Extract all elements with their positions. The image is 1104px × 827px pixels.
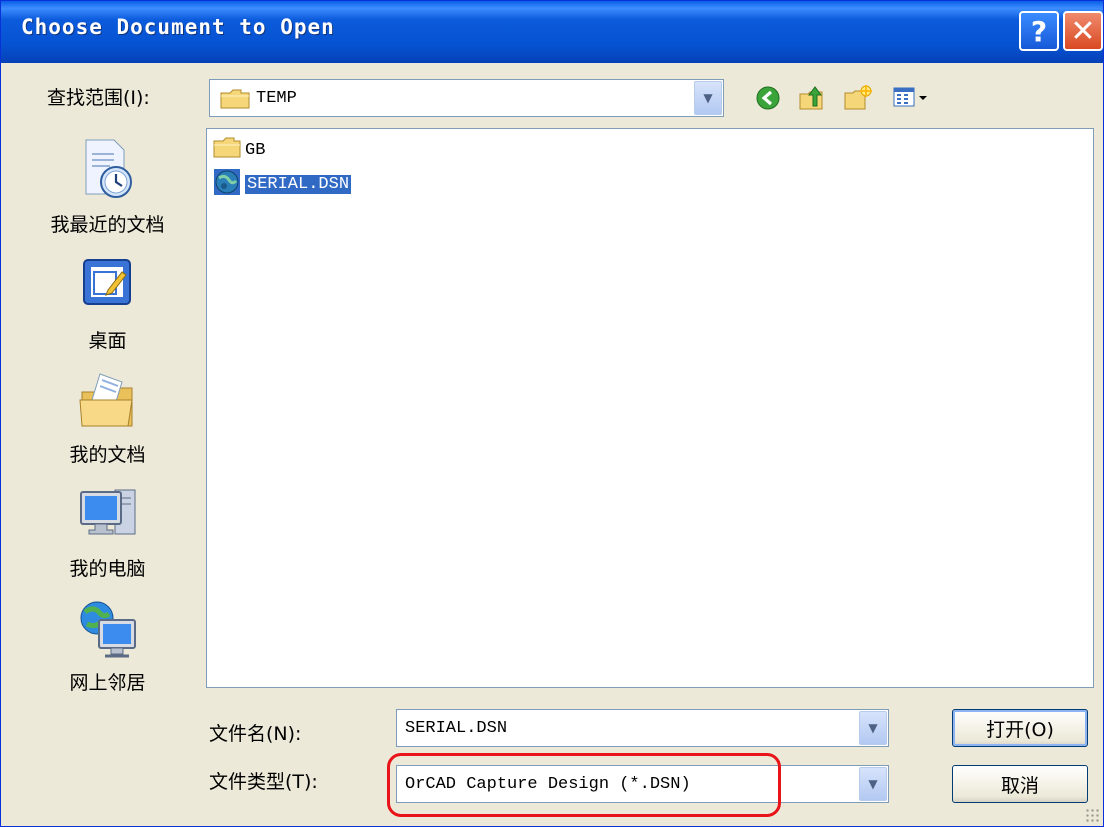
filename-combo[interactable]: SERIAL.DSN ▼ <box>396 709 889 747</box>
help-button[interactable]: ? <box>1019 11 1059 51</box>
filename-label: 文件名(N): <box>209 723 302 745</box>
filename-value: SERIAL.DSN <box>405 718 508 738</box>
folder-icon <box>220 89 250 113</box>
close-button[interactable]: ✕ <box>1063 11 1103 51</box>
place-recent-documents[interactable]: 我最近的文档 <box>25 138 190 236</box>
my-documents-icon <box>25 370 190 442</box>
design-file-icon <box>213 168 241 200</box>
file-name: GB <box>245 140 266 160</box>
places-bar: 我最近的文档 桌面 我的文档 我的电脑 网上邻居 <box>25 128 190 818</box>
network-places-icon <box>25 598 190 670</box>
open-dialog: Choose Document to Open ? ✕ 查找范围(I): TEM… <box>0 0 1104 827</box>
close-icon: ✕ <box>1070 13 1096 49</box>
place-label: 我的电脑 <box>69 558 146 580</box>
open-button[interactable]: 打开(O) <box>952 709 1088 747</box>
place-desktop[interactable]: 桌面 <box>25 256 190 352</box>
chevron-down-icon[interactable]: ▼ <box>694 81 722 115</box>
chevron-down-icon[interactable]: ▼ <box>859 711 887 745</box>
back-icon[interactable] <box>753 83 783 113</box>
place-my-documents[interactable]: 我的文档 <box>25 370 190 466</box>
file-list[interactable]: GB SERIAL.DSN <box>206 128 1094 688</box>
desktop-icon <box>25 256 190 328</box>
place-label: 我最近的文档 <box>50 214 165 236</box>
list-item[interactable]: GB <box>213 137 267 163</box>
view-menu-icon[interactable] <box>891 83 933 113</box>
filetype-label: 文件类型(T): <box>209 771 318 793</box>
recent-documents-icon <box>25 138 190 210</box>
place-label: 我的文档 <box>69 444 146 466</box>
lookin-combo[interactable]: TEMP ▼ <box>209 79 724 117</box>
new-folder-icon[interactable] <box>843 83 873 113</box>
window-title: Choose Document to Open <box>21 15 335 39</box>
chevron-down-icon[interactable]: ▼ <box>859 767 887 801</box>
place-network-places[interactable]: 网上邻居 <box>25 598 190 694</box>
help-icon: ? <box>1030 14 1048 48</box>
place-label: 网上邻居 <box>69 672 146 694</box>
my-computer-icon <box>25 484 190 556</box>
folder-icon <box>213 137 241 163</box>
place-my-computer[interactable]: 我的电脑 <box>25 484 190 580</box>
resize-grip[interactable] <box>1085 808 1099 822</box>
lookin-value: TEMP <box>256 88 297 108</box>
list-item[interactable]: SERIAL.DSN <box>213 168 353 200</box>
file-name: SERIAL.DSN <box>243 173 353 195</box>
red-annotation-outline <box>387 753 781 817</box>
cancel-button[interactable]: 取消 <box>952 765 1088 803</box>
title-bar[interactable]: Choose Document to Open ? ✕ <box>1 1 1103 63</box>
lookin-label: 查找范围(I): <box>47 87 150 109</box>
place-label: 桌面 <box>88 330 127 352</box>
up-folder-icon[interactable] <box>797 83 827 113</box>
